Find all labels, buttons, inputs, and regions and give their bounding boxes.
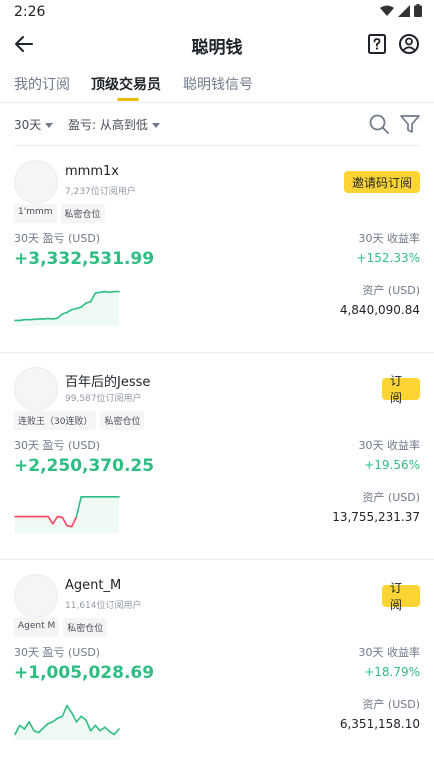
search-icon[interactable] xyxy=(368,113,390,135)
assets-value: 13,755,231.37 xyxy=(332,510,420,524)
sort-filter-label: 盈亏: 从高到低 xyxy=(68,118,148,132)
roi-value: +18.79% xyxy=(364,665,420,679)
subscriber-count: 7,237位订阅用户 xyxy=(65,187,136,197)
roi-value: +152.33% xyxy=(356,251,420,265)
avatar xyxy=(14,574,58,618)
pnl-sparkline xyxy=(14,704,120,740)
tag: 1'mmm xyxy=(14,204,57,223)
pnl-sparkline xyxy=(14,495,120,533)
trader-card[interactable]: mmm1x 7,237位订阅用户 邀请码订阅 1'mmm 私密仓位 30天 盈亏… xyxy=(0,146,434,352)
assets-label: 资产 (USD) xyxy=(362,491,420,504)
sparkline-area xyxy=(15,291,119,326)
roi-value: +19.56% xyxy=(364,458,420,472)
sparkline-area xyxy=(15,496,119,533)
trader-tags: 1'mmm 私密仓位 xyxy=(14,204,105,223)
sort-filter[interactable]: 盈亏: 从高到低 xyxy=(68,116,160,133)
tab-my-subscriptions[interactable]: 我的订阅 xyxy=(14,74,70,94)
filter-row: 30天 盈亏: 从高到低 xyxy=(0,108,434,140)
help-icon[interactable] xyxy=(366,33,388,55)
tabs: 我的订阅 顶级交易员 聪明钱信号 xyxy=(0,68,434,102)
tab-smart-money-signals[interactable]: 聪明钱信号 xyxy=(183,74,253,94)
pnl-label: 30天 盈亏 (USD) xyxy=(14,646,101,659)
pnl-sparkline xyxy=(14,290,120,326)
assets-label: 资产 (USD) xyxy=(362,284,420,297)
tab-top-traders[interactable]: 顶级交易员 xyxy=(91,74,161,94)
tabs-divider xyxy=(0,102,434,103)
assets-value: 6,351,158.10 xyxy=(339,717,420,731)
trader-name: 百年后的Jesse xyxy=(65,375,151,390)
subscriber-count: 99,587位订阅用户 xyxy=(65,394,142,404)
invite-subscribe-button[interactable]: 邀请码订阅 xyxy=(343,171,420,193)
battery-icon xyxy=(414,4,422,17)
profile-icon[interactable] xyxy=(398,33,420,55)
period-filter[interactable]: 30天 xyxy=(14,116,54,133)
pnl-label: 30天 盈亏 (USD) xyxy=(14,439,101,452)
roi-label: 30天 收益率 xyxy=(358,439,421,452)
chevron-down-icon xyxy=(45,123,54,128)
pnl-value: +1,005,028.69 xyxy=(14,663,155,683)
filter-icon[interactable] xyxy=(399,113,421,135)
pnl-value: +3,332,531.99 xyxy=(14,249,155,269)
tag: 私密仓位 xyxy=(60,204,105,223)
trader-tags: Agent M 私密仓位 xyxy=(14,618,108,637)
signal-icon xyxy=(398,4,410,17)
pnl-value: +2,250,370.25 xyxy=(14,456,155,476)
subscribe-button[interactable]: 订阅 xyxy=(382,374,420,405)
subscriber-count: 11,614位订阅用户 xyxy=(65,601,142,611)
avatar xyxy=(14,367,58,411)
pnl-label: 30天 盈亏 (USD) xyxy=(14,232,101,245)
avatar xyxy=(14,160,58,204)
app-bar: 聪明钱 xyxy=(0,24,434,64)
wifi-icon xyxy=(380,5,394,16)
trader-name: mmm1x xyxy=(65,164,119,179)
tab-indicator xyxy=(117,98,139,101)
assets-value: 4,840,090.84 xyxy=(339,303,420,317)
roi-label: 30天 收益率 xyxy=(358,232,421,245)
trader-card[interactable]: 百年后的Jesse 99,587位订阅用户 订阅 连败王（30连败） 私密仓位 … xyxy=(0,353,434,559)
trader-name: Agent_M xyxy=(65,578,122,593)
tag: 连败王（30连败） xyxy=(14,411,97,430)
tag: 私密仓位 xyxy=(63,618,108,637)
chevron-down-icon xyxy=(151,123,160,128)
roi-label: 30天 收益率 xyxy=(358,646,421,659)
assets-label: 资产 (USD) xyxy=(362,698,420,711)
subscribe-button[interactable]: 订阅 xyxy=(382,581,420,612)
period-filter-label: 30天 xyxy=(14,118,42,132)
tag: 私密仓位 xyxy=(100,411,145,430)
status-icons xyxy=(380,4,422,17)
trader-tags: 连败王（30连败） 私密仓位 xyxy=(14,411,145,430)
status-time: 2:26 xyxy=(14,4,46,20)
trader-card[interactable]: Agent_M 11,614位订阅用户 订阅 Agent M 私密仓位 30天 … xyxy=(0,560,434,766)
status-bar: 2:26 xyxy=(0,0,434,24)
tag: Agent M xyxy=(14,618,60,637)
